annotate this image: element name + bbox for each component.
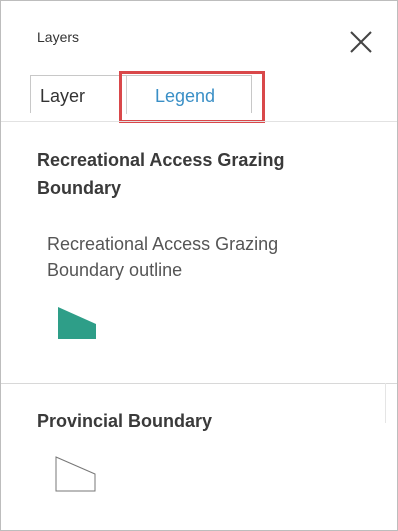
section-divider xyxy=(1,383,397,384)
tab-layer[interactable]: Layer xyxy=(40,76,120,114)
outline-polygon-icon xyxy=(55,456,97,497)
close-icon xyxy=(350,31,372,53)
legend-layer-title: Provincial Boundary xyxy=(37,411,213,431)
tab-bar: Layer Legend xyxy=(30,75,252,114)
filled-polygon-icon xyxy=(57,306,97,345)
tab-legend[interactable]: Legend xyxy=(155,76,215,114)
legend-layer-title: Recreational Access Grazing Boundary xyxy=(37,150,285,198)
divider-tick xyxy=(385,383,386,423)
tab-divider xyxy=(126,76,127,114)
legend-item-label: Recreational Access Grazing Boundary out… xyxy=(47,234,279,280)
panel-title: Layers xyxy=(37,29,80,45)
close-button[interactable] xyxy=(347,28,377,58)
panel-header: Layers xyxy=(1,1,397,67)
layers-panel: Layers Layer Legend Recreational Access … xyxy=(0,0,398,531)
tabs-divider xyxy=(1,121,397,122)
